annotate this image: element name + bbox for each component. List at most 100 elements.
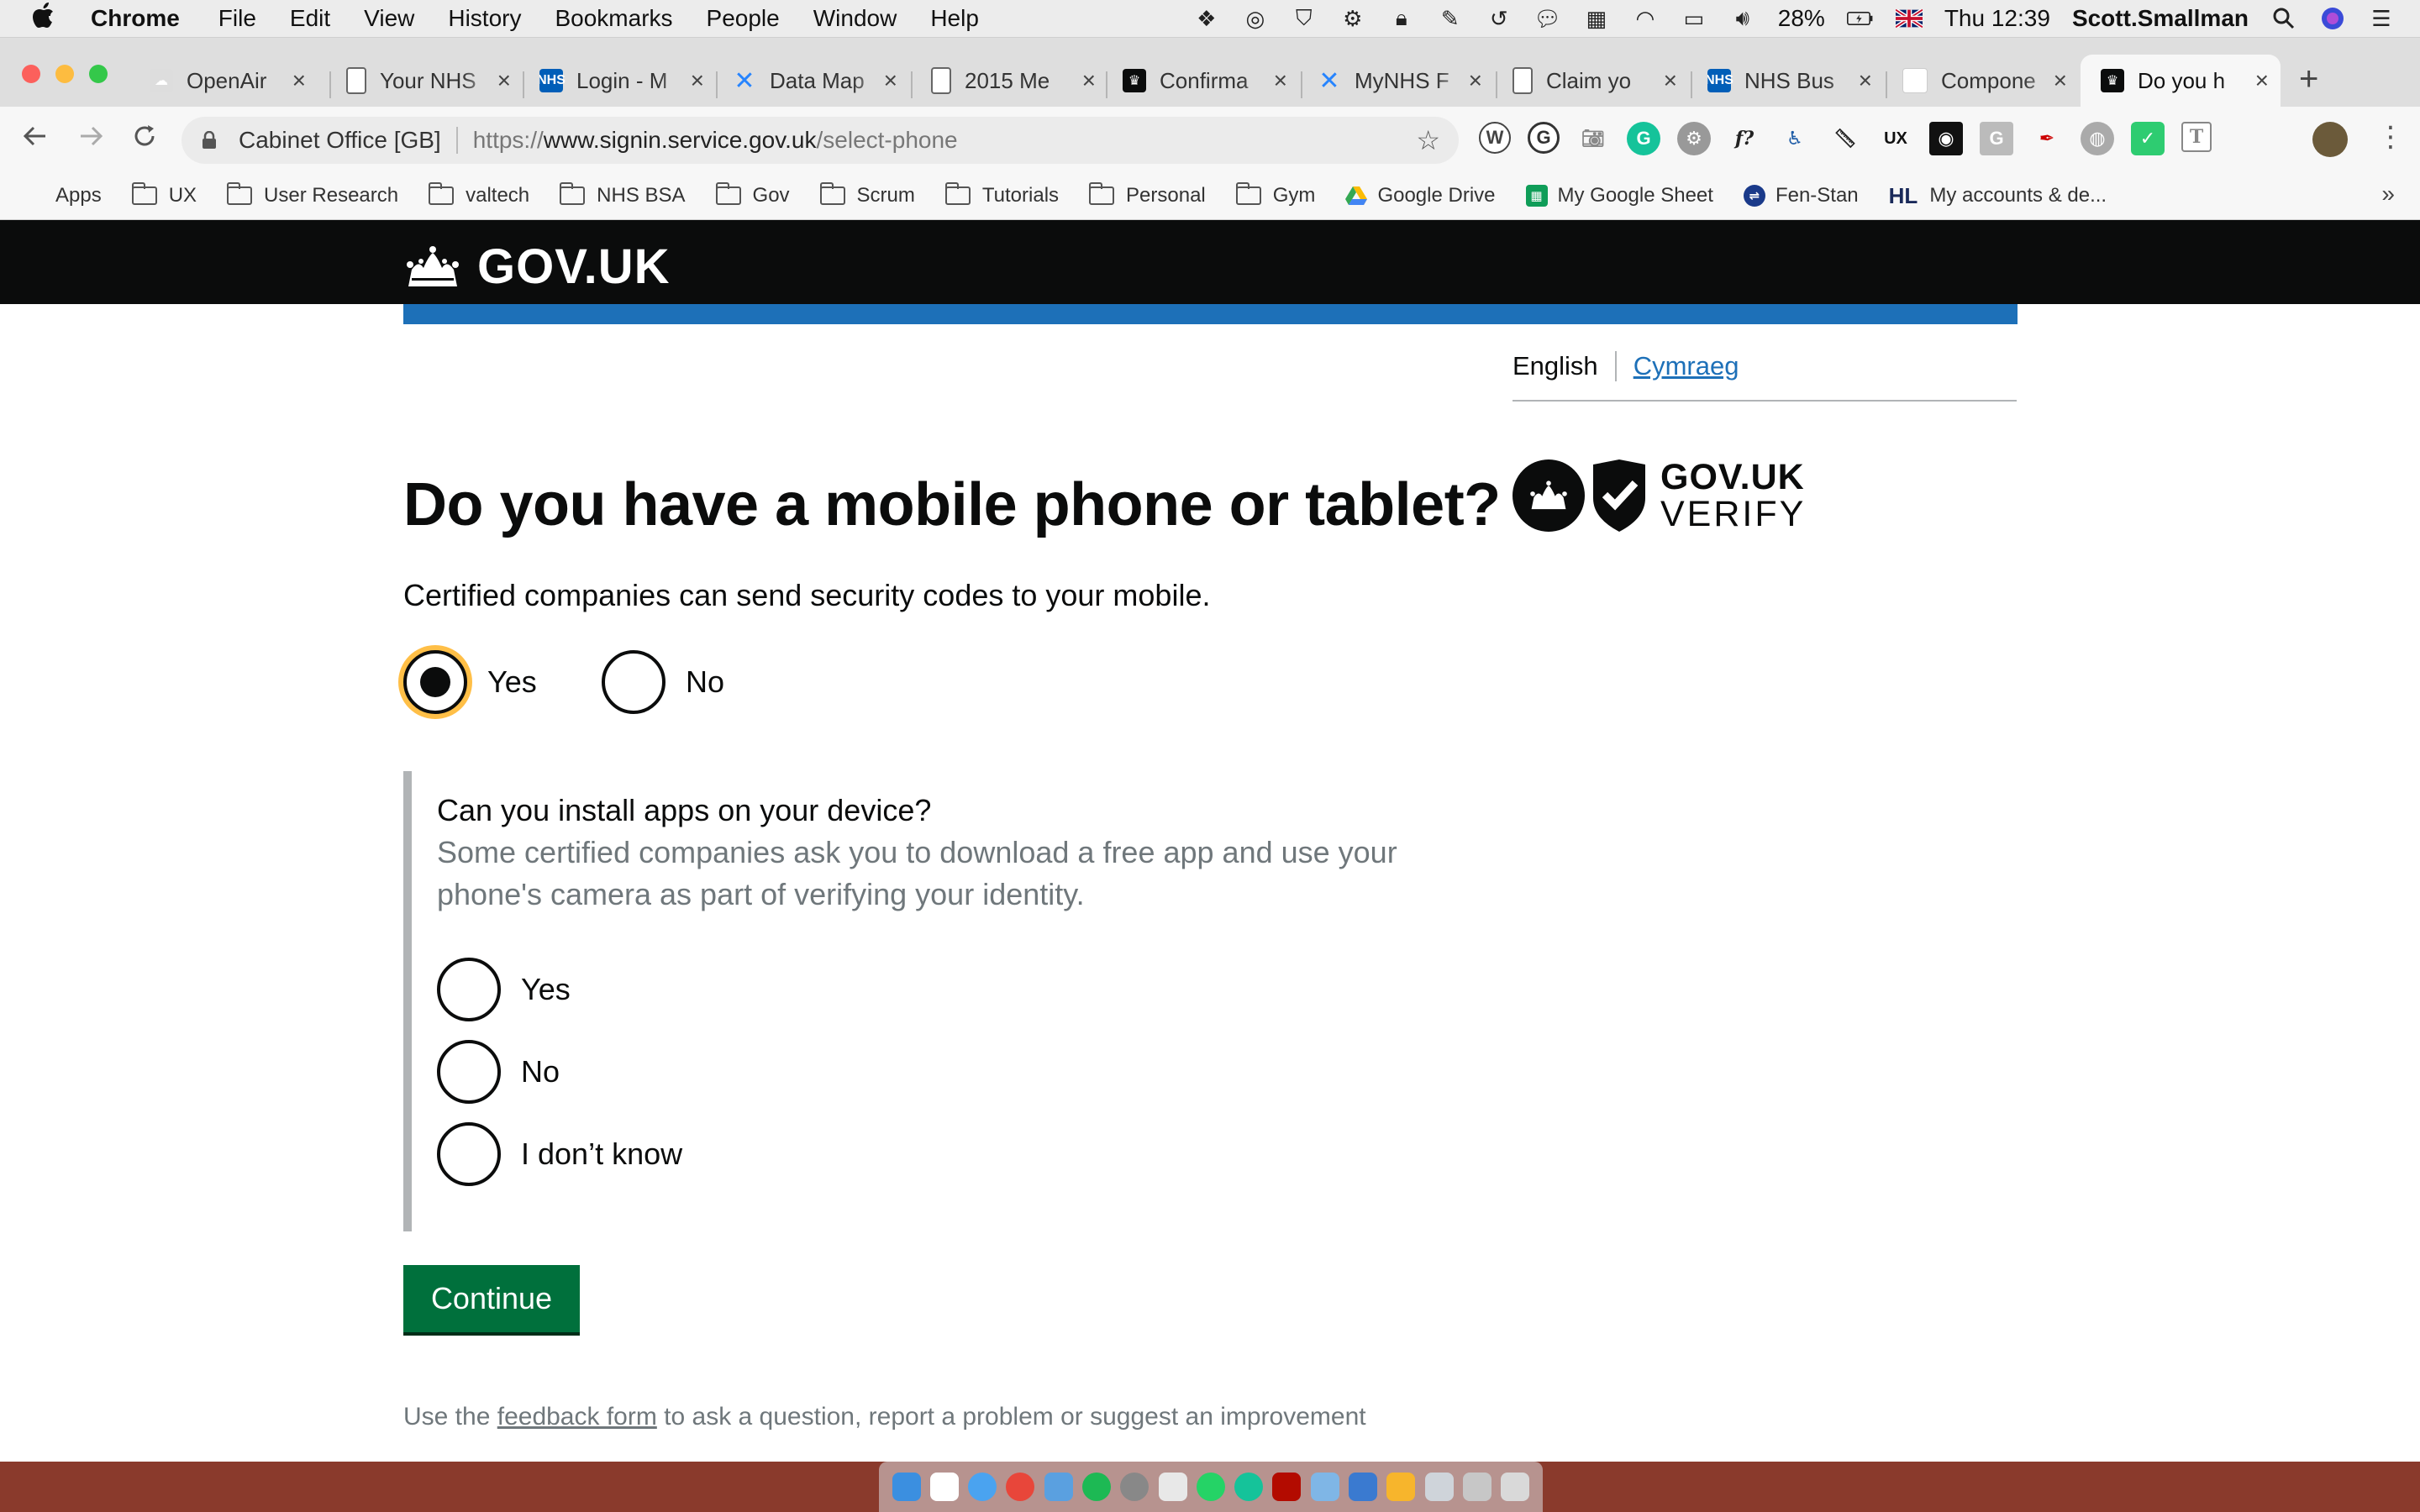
siri-icon[interactable] — [2319, 7, 2346, 30]
bookmark-star-icon[interactable]: ☆ — [1416, 124, 1440, 156]
g-grey-icon[interactable]: G — [1980, 122, 2013, 155]
radio-button-checked[interactable] — [403, 650, 467, 714]
sketch-icon[interactable] — [1158, 1473, 1187, 1501]
evernote-icon[interactable]: ✎ — [1437, 6, 1464, 31]
grammarly-dock-icon[interactable] — [1234, 1473, 1264, 1501]
user-name[interactable]: Scott.Smallman — [2072, 5, 2249, 32]
radio-button[interactable] — [437, 1122, 501, 1186]
fullscreen-window-button[interactable] — [89, 65, 108, 83]
notification-center-icon[interactable]: ☰ — [2368, 6, 2395, 31]
browser-tab[interactable]: ☁ OpenAir × — [150, 55, 318, 107]
minimize-window-button[interactable] — [55, 65, 74, 83]
radio-button[interactable] — [437, 958, 501, 1021]
finder-icon[interactable] — [892, 1473, 921, 1501]
back-arrow-icon[interactable] — [22, 122, 49, 157]
radio-button[interactable] — [602, 650, 666, 714]
close-window-button[interactable] — [22, 65, 40, 83]
language-cymraeg-link[interactable]: Cymraeg — [1634, 351, 1739, 381]
browser-tab[interactable]: ✕ MyNHS F × — [1318, 55, 1494, 107]
bookmark-folder[interactable]: Scrum — [819, 182, 915, 207]
bookmark-folder[interactable]: Gov — [715, 182, 790, 207]
accessibility-icon[interactable]: ♿︎ — [1778, 122, 1812, 155]
new-tab-button[interactable]: + — [2299, 60, 2318, 98]
radio-install-apps-dont-know[interactable]: I don’t know — [437, 1122, 682, 1186]
bookmark-google-sheet[interactable]: ▦ My Google Sheet — [1525, 184, 1713, 207]
checklist-icon[interactable]: ✓ — [2131, 122, 2165, 155]
bookmark-folder[interactable]: NHS BSA — [560, 182, 686, 207]
globe-icon[interactable]: ◍ — [2081, 122, 2114, 155]
profile-avatar[interactable] — [2312, 122, 2348, 157]
close-tab-icon[interactable]: × — [1274, 67, 1287, 94]
site-identity[interactable]: Cabinet Office [GB] — [239, 127, 441, 154]
close-tab-icon[interactable]: × — [884, 67, 897, 94]
creative-cloud-icon[interactable]: ◎ — [1242, 6, 1269, 31]
bookmark-fen-stan[interactable]: ⇌ Fen-Stan — [1743, 184, 1859, 207]
colorpick-icon[interactable]: ◉ — [1929, 122, 1963, 155]
mcafee-icon[interactable]: ⛉ — [1291, 5, 1318, 30]
continue-button[interactable]: Continue — [403, 1265, 580, 1332]
mail-icon[interactable] — [1044, 1473, 1073, 1501]
forward-arrow-icon[interactable] — [77, 122, 104, 157]
browser-tab[interactable]: Compone × — [1902, 55, 2079, 107]
camera-icon[interactable]: 📷︎ — [1576, 122, 1610, 155]
grammarly-icon[interactable]: G — [1627, 122, 1660, 155]
volume-icon[interactable]: 🔊︎ — [1729, 5, 1756, 30]
close-tab-icon[interactable]: × — [292, 67, 306, 94]
close-tab-icon[interactable]: × — [2255, 67, 2269, 94]
close-tab-icon[interactable]: × — [1664, 67, 1677, 94]
system-preferences-icon[interactable] — [1120, 1473, 1150, 1501]
apple-menu-icon[interactable] — [32, 2, 66, 35]
typography-icon[interactable]: T — [2181, 122, 2212, 152]
more-bookmarks-chevron-icon[interactable]: » — [2381, 181, 2395, 207]
wappalyzer-icon[interactable]: W — [1479, 122, 1511, 154]
battery-percent[interactable]: 28% — [1778, 5, 1825, 32]
dropbox-icon[interactable]: ❖ — [1193, 6, 1220, 31]
govuk-home-link[interactable]: GOV.UK — [403, 239, 670, 295]
ux-check-icon[interactable]: UX — [1879, 122, 1912, 155]
messages-icon[interactable] — [968, 1473, 997, 1501]
close-tab-icon[interactable]: × — [1859, 67, 1872, 94]
airplay-icon[interactable]: ▭ — [1681, 6, 1707, 31]
browser-tab[interactable]: 2015 Me × — [931, 55, 1107, 107]
radio-has-mobile-yes[interactable]: Yes — [403, 650, 537, 714]
documents-stack-icon[interactable] — [1462, 1473, 1491, 1501]
menu-help[interactable]: Help — [930, 5, 979, 32]
grammarly-g-icon[interactable]: G — [1528, 122, 1560, 154]
settings-cog-icon[interactable]: ⚙ — [1677, 122, 1711, 155]
keyboard-icon[interactable]: ▦ — [1583, 6, 1610, 31]
radio-install-apps-yes[interactable]: Yes — [437, 958, 571, 1021]
time-machine-icon[interactable]: ↺ — [1486, 6, 1512, 31]
close-tab-icon[interactable]: × — [1469, 67, 1482, 94]
app-store-icon[interactable] — [1310, 1473, 1339, 1501]
font-finder-icon[interactable]: f? — [1728, 122, 1761, 155]
wifi-icon[interactable]: ◠ — [1632, 6, 1659, 31]
close-tab-icon[interactable]: × — [2054, 67, 2067, 94]
browser-tab[interactable]: ✕ Data Map × — [733, 55, 909, 107]
whatsapp-icon[interactable] — [1196, 1473, 1225, 1501]
browser-tab[interactable]: Claim yo × — [1512, 55, 1689, 107]
bookmark-my-accounts[interactable]: HL My accounts & de... — [1889, 183, 2107, 209]
browser-tab[interactable]: NHS NHS Bus × — [1707, 55, 1884, 107]
clock[interactable]: Thu 12:39 — [1944, 5, 2050, 32]
preview-icon[interactable] — [1349, 1473, 1378, 1501]
calendar-icon[interactable] — [929, 1473, 959, 1501]
bookmark-apps[interactable]: Apps — [25, 184, 102, 207]
settings-gear-icon[interactable]: ⚙ — [1339, 6, 1366, 31]
close-tab-icon[interactable]: × — [497, 67, 511, 94]
battery-icon[interactable] — [1846, 7, 1874, 30]
menu-window[interactable]: Window — [813, 5, 897, 32]
reload-icon[interactable] — [131, 122, 158, 157]
trash-icon[interactable] — [1501, 1473, 1530, 1501]
ruler-icon[interactable]: 📏︎ — [1828, 122, 1862, 155]
feedback-form-link[interactable]: feedback form — [497, 1403, 657, 1431]
menu-view[interactable]: View — [364, 5, 414, 32]
bookmark-folder[interactable]: valtech — [429, 182, 529, 207]
bookmark-folder[interactable]: Tutorials — [944, 182, 1059, 207]
downloads-stack-icon[interactable] — [1424, 1473, 1454, 1501]
padlock-icon[interactable] — [202, 130, 218, 150]
bookmark-folder[interactable]: UX — [131, 182, 197, 207]
acrobat-icon[interactable] — [1272, 1473, 1302, 1501]
bookmark-folder[interactable]: User Research — [227, 182, 398, 207]
chrome-icon[interactable] — [1006, 1473, 1035, 1501]
menu-history[interactable]: History — [448, 5, 521, 32]
